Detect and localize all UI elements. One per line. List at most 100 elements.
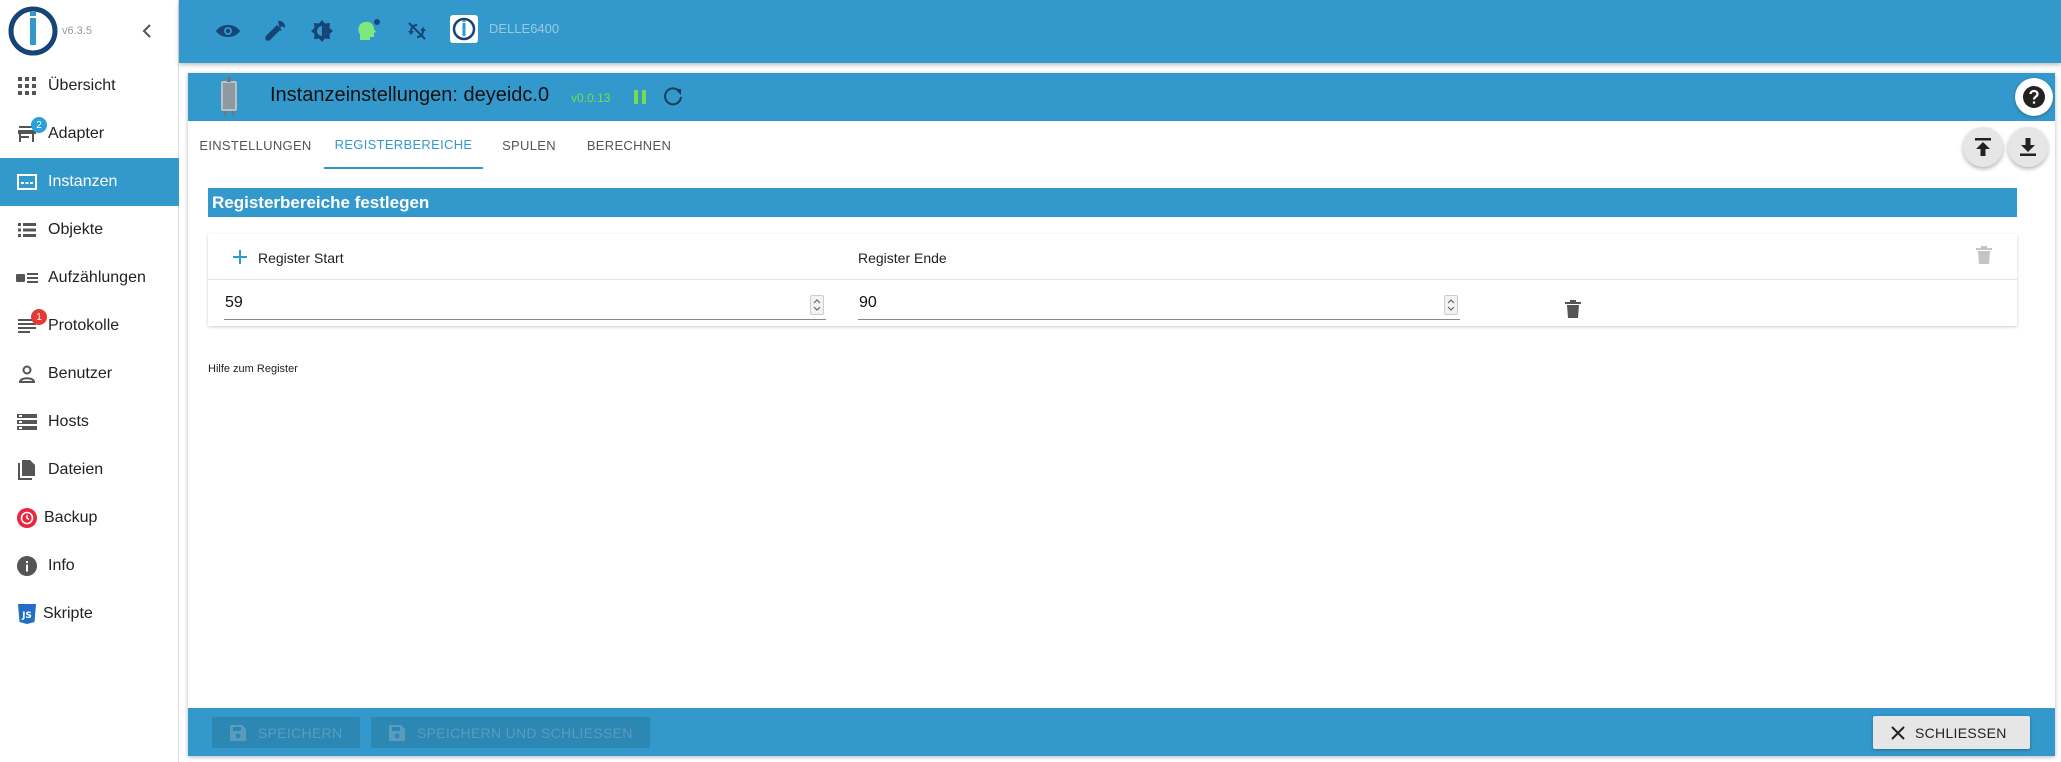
sidebar-item-benutzer[interactable]: Benutzer — [0, 350, 179, 398]
save-icon — [230, 724, 246, 741]
backup-icon — [16, 508, 38, 528]
sidebar-item-label: Objekte — [48, 221, 104, 238]
sidebar: v6.3.5 Übersicht 2 Adapter Instanzen Obj… — [0, 0, 179, 762]
save-and-close-label: SPEICHERN UND SCHLIESSEN — [417, 724, 633, 741]
register-end-stepper[interactable] — [1444, 295, 1458, 315]
pause-icon — [634, 90, 646, 104]
logo-row: v6.3.5 — [0, 0, 179, 62]
sidebar-item-label: Dateien — [48, 461, 104, 478]
sidebar-item-label: Info — [48, 557, 75, 574]
trash-icon — [1976, 246, 1992, 264]
log-errors-badge: 1 — [31, 309, 47, 325]
iobroker-logo[interactable] — [8, 6, 58, 56]
tab-registerbereiche[interactable]: REGISTERBEREICHE — [324, 121, 483, 169]
help-button[interactable] — [2015, 78, 2053, 116]
host-logo[interactable] — [450, 15, 478, 43]
register-start-value: 59 — [225, 294, 243, 311]
register-start-stepper[interactable] — [810, 295, 824, 315]
section-title: Registerbereiche festlegen — [208, 188, 2017, 217]
inverter-adapter-icon — [221, 77, 237, 116]
eye-button[interactable] — [215, 18, 241, 44]
sidebar-item-protokolle[interactable]: 1 Protokolle — [0, 302, 179, 350]
sidebar-item-label: Hosts — [48, 413, 89, 430]
dialog-header: Instanzeinstellungen: deyeidc.0 v0.0.13 — [188, 73, 2055, 121]
expert-head-icon — [358, 19, 380, 40]
download-icon — [2020, 138, 2036, 156]
register-end-input[interactable]: 90 — [858, 292, 1460, 320]
refresh-off-button[interactable] — [404, 18, 430, 44]
brightness-icon — [311, 20, 333, 42]
theme-button[interactable] — [309, 18, 335, 44]
stepper-arrows-icon — [1447, 299, 1455, 311]
column-header-register-ende: Register Ende — [858, 250, 947, 266]
collapse-sidebar-button[interactable] — [136, 20, 158, 42]
save-icon — [389, 724, 405, 741]
app-version: v6.3.5 — [62, 25, 92, 37]
save-button-label: SPEICHERN — [258, 724, 343, 741]
sidebar-item-dateien[interactable]: Dateien — [0, 446, 179, 494]
export-config-button[interactable] — [2008, 127, 2048, 167]
sidebar-item-skripte[interactable]: JS Skripte — [0, 590, 179, 638]
sidebar-item-label: Protokolle — [48, 317, 120, 334]
pause-instance-button[interactable] — [631, 88, 649, 106]
add-row-button[interactable] — [230, 247, 250, 267]
adapter-version: v0.0.13 — [571, 91, 611, 105]
wrench-icon — [265, 20, 286, 41]
sidebar-item-instanzen[interactable]: Instanzen — [0, 158, 179, 206]
trash-icon — [1565, 300, 1581, 318]
enum-icon — [16, 268, 38, 288]
delete-row-button[interactable] — [1565, 300, 1583, 322]
sidebar-item-uebersicht[interactable]: Übersicht — [0, 62, 179, 110]
register-end-value: 90 — [859, 294, 877, 311]
save-button[interactable]: SPEICHERN — [212, 717, 360, 748]
info-icon — [16, 556, 38, 576]
dialog-title: Instanzeinstellungen: deyeidc.0 — [270, 84, 550, 106]
sidebar-item-backup[interactable]: Backup — [0, 494, 179, 542]
expert-mode-button[interactable] — [356, 18, 382, 44]
tab-einstellungen[interactable]: EINSTELLUNGEN — [188, 121, 323, 169]
close-button[interactable]: SCHLIESSEN — [1873, 716, 2030, 749]
restart-instance-button[interactable] — [663, 87, 683, 107]
sidebar-item-label: Benutzer — [48, 365, 113, 382]
hosts-icon — [16, 412, 38, 432]
instance-settings-dialog: Instanzeinstellungen: deyeidc.0 v0.0.13 … — [188, 73, 2055, 756]
grid-icon — [16, 76, 38, 96]
svg-text:JS: JS — [21, 611, 32, 621]
delete-all-button[interactable] — [1976, 246, 1996, 268]
tab-spulen[interactable]: SPULEN — [484, 121, 574, 169]
host-name: DELLE6400 — [489, 21, 560, 36]
list-icon — [16, 220, 38, 240]
adapter-updates-badge: 2 — [31, 117, 47, 133]
close-icon — [1891, 725, 1905, 740]
stepper-arrows-icon — [813, 299, 821, 311]
user-icon — [16, 364, 38, 384]
wrench-button[interactable] — [262, 18, 288, 44]
sidebar-item-hosts[interactable]: Hosts — [0, 398, 179, 446]
tab-berechnen[interactable]: BERECHNEN — [575, 121, 683, 169]
import-config-button[interactable] — [1963, 127, 2003, 167]
reload-icon — [664, 87, 682, 106]
top-toolbar: DELLE6400 — [179, 0, 2061, 63]
sync-off-icon — [408, 22, 426, 40]
upload-icon — [1975, 138, 1991, 156]
sidebar-item-label: Backup — [44, 509, 98, 526]
sidebar-item-aufzaehlungen[interactable]: Aufzählungen — [0, 254, 179, 302]
sidebar-item-info[interactable]: Info — [0, 542, 179, 590]
register-range-table: Register Start Register Ende 59 90 — [208, 234, 2017, 326]
dialog-footer: SPEICHERN SPEICHERN UND SCHLIESSEN SCHLI… — [188, 708, 2055, 756]
js-icon: JS — [16, 604, 38, 624]
register-start-input[interactable]: 59 — [224, 292, 826, 320]
instances-icon — [16, 172, 38, 192]
chevron-left-icon — [142, 24, 151, 38]
sidebar-item-objekte[interactable]: Objekte — [0, 206, 179, 254]
save-and-close-button[interactable]: SPEICHERN UND SCHLIESSEN — [371, 717, 650, 748]
sidebar-item-label: Instanzen — [48, 173, 118, 190]
register-help-text: Hilfe zum Register — [208, 363, 298, 375]
eye-icon — [216, 25, 240, 37]
sidebar-item-label: Skripte — [43, 605, 93, 622]
sidebar-item-adapter[interactable]: 2 Adapter — [0, 110, 179, 158]
close-button-label: SCHLIESSEN — [1915, 724, 2007, 741]
sidebar-item-label: Aufzählungen — [48, 269, 146, 286]
sidebar-item-label: Adapter — [48, 125, 105, 142]
help-icon — [2023, 86, 2045, 108]
